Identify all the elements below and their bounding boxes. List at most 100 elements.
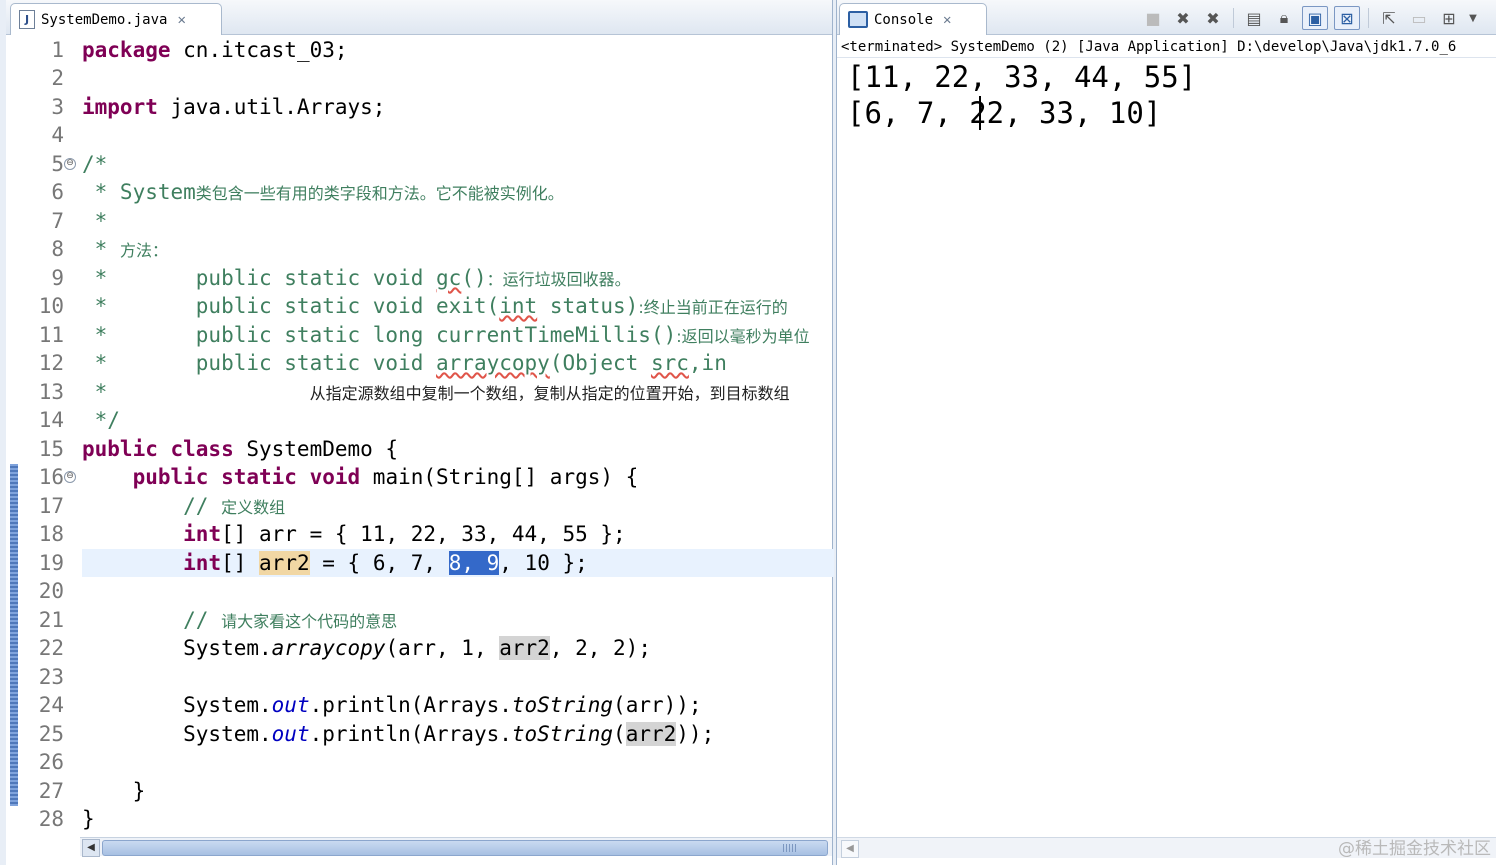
- code-line-16: public static void main(String[] args) {: [82, 463, 639, 491]
- close-tab-icon[interactable]: ✕: [943, 12, 951, 28]
- console-status-line: <terminated> SystemDemo (2) [Java Applic…: [837, 36, 1496, 58]
- line-number: 5: [51, 152, 64, 176]
- open-console-icon[interactable]: ⇱: [1377, 7, 1401, 29]
- line-number: 1: [51, 38, 64, 62]
- code-text: (arr, 1,: [385, 636, 500, 660]
- tab-label: SystemDemo.java: [41, 11, 168, 28]
- text-caret: [979, 96, 981, 130]
- grip-icon: [783, 844, 797, 852]
- comment-text: * public static void: [82, 266, 437, 290]
- pin-console-icon[interactable]: ⊠: [1334, 6, 1360, 30]
- fold-toggle-icon[interactable]: ⊖: [64, 471, 76, 483]
- comment-text: status): [537, 294, 639, 318]
- code-line-12: * public static void arraycopy(Object sr…: [82, 349, 727, 377]
- tab-label: Console: [874, 11, 934, 28]
- code-line-3: import java.util.Arrays;: [82, 93, 385, 121]
- console-icon: [848, 11, 868, 28]
- line-number: 13: [38, 380, 64, 404]
- spelling-marked-text: gc: [436, 266, 462, 290]
- line-number: 4: [51, 123, 64, 147]
- comment-text: (): [461, 266, 487, 290]
- line-number: 23: [38, 665, 64, 689]
- comment-text: * System: [82, 180, 196, 204]
- tab-console[interactable]: Console ✕: [839, 3, 987, 35]
- code-line-19-current: int[] arr2 = { 6, 7, 8, 9, 10 };: [82, 549, 834, 577]
- static-field: out: [271, 693, 310, 717]
- code-line-17: // 定义数组: [82, 492, 285, 520]
- code-text: , 10 };: [499, 551, 588, 575]
- code-line-14: */: [82, 408, 120, 432]
- console-output-line-1: [11, 22, 33, 44, 55]: [847, 60, 1197, 94]
- console-pane: Console ✕ ■ ✖ ✖ ▤ 🔒︎ ▣ ⊠ ⇱ ▭ ⊞ ▼ <termin…: [836, 0, 1496, 865]
- code-text: ));: [676, 722, 715, 746]
- clear-console-icon[interactable]: ▤: [1242, 7, 1266, 29]
- comment-text: * public static long currentTimeMillis(): [82, 323, 677, 347]
- line-number: 24: [38, 693, 64, 717]
- line-number: 22: [38, 636, 64, 660]
- chevron-down-icon[interactable]: ▼: [1467, 7, 1479, 29]
- code-line-18: int[] arr = { 11, 22, 33, 44, 55 };: [82, 520, 626, 548]
- comment-text: //: [82, 494, 222, 518]
- comment-text: ：运行垃圾回收器。: [486, 270, 631, 289]
- code-text: (: [613, 722, 626, 746]
- terminate-icon[interactable]: ■: [1141, 7, 1165, 29]
- code-text: [] arr = { 11, 22, 33, 44, 55 };: [221, 522, 626, 546]
- line-number: 2: [51, 66, 64, 90]
- display-console-icon[interactable]: ▭: [1407, 7, 1431, 29]
- code-line-5: /*: [82, 152, 108, 176]
- remove-launch-icon[interactable]: ✖: [1171, 7, 1195, 29]
- line-number: 19: [38, 551, 64, 575]
- spelling-marked-text: src: [650, 351, 689, 375]
- code-area[interactable]: package cn.itcast_03; import java.util.A…: [82, 36, 836, 836]
- comment-text: *: [82, 380, 310, 404]
- code-line-24: System.out.println(Arrays.toString(arr))…: [82, 691, 702, 719]
- scroll-lock-icon[interactable]: 🔒︎: [1272, 7, 1296, 29]
- line-number: 20: [38, 579, 64, 603]
- keyword: public class: [82, 437, 234, 461]
- spelling-marked-text: int: [499, 294, 538, 318]
- editor-tab-bar: J SystemDemo.java ✕: [6, 0, 832, 35]
- console-output-line-2: [6, 7, 22, 33, 10]: [847, 96, 1162, 130]
- line-number: 26: [38, 750, 64, 774]
- console-toolbar: ■ ✖ ✖ ▤ 🔒︎ ▣ ⊠ ⇱ ▭ ⊞ ▼: [1141, 6, 1479, 30]
- line-number: 18: [38, 522, 64, 546]
- static-field: out: [271, 722, 310, 746]
- keyword: int: [183, 551, 222, 575]
- scroll-left-icon[interactable]: ◀: [82, 839, 100, 857]
- code-line-6: * System类包含一些有用的类字段和方法。它不能被实例化。: [82, 178, 564, 206]
- code-line-28: }: [82, 807, 95, 831]
- line-number: 10: [38, 294, 64, 318]
- text-selection: 8, 9: [448, 551, 500, 575]
- keyword: package: [82, 38, 171, 62]
- static-method: toString: [511, 693, 614, 717]
- comment-text: 请大家看这个代码的意思: [221, 612, 398, 631]
- line-number: 27: [38, 779, 64, 803]
- tab-systemdemo-java[interactable]: J SystemDemo.java ✕: [10, 3, 222, 35]
- code-text: .println(Arrays.: [309, 722, 512, 746]
- remove-all-launches-icon[interactable]: ✖: [1201, 7, 1225, 29]
- code-text: []: [221, 551, 260, 575]
- line-number: 14: [38, 408, 64, 432]
- overview-ruler-marker[interactable]: [10, 464, 18, 806]
- word-wrap-icon[interactable]: ▣: [1302, 6, 1328, 30]
- code-text: .println(Arrays.: [309, 693, 512, 717]
- comment-text: 方法：: [119, 241, 168, 260]
- scrollbar-thumb[interactable]: [102, 840, 828, 856]
- code-text: cn.itcast_03;: [170, 38, 348, 62]
- code-text: (arr));: [613, 693, 702, 717]
- comment-text: 从指定源数组中复制一个数组，复制从指定的位置开始，到目标数组: [309, 384, 790, 403]
- fold-toggle-icon[interactable]: ⊖: [64, 158, 76, 170]
- keyword: public static void: [132, 465, 361, 489]
- variable-occurrence-highlight: arr2: [499, 636, 550, 660]
- comment-text: 定义数组: [221, 498, 286, 517]
- scroll-left-icon[interactable]: ◀: [841, 840, 859, 858]
- new-console-icon[interactable]: ⊞: [1437, 7, 1461, 29]
- code-text: = { 6, 7,: [309, 551, 449, 575]
- variable-occurrence-highlight: arr2: [259, 551, 310, 575]
- line-number: 8: [51, 237, 64, 261]
- editor-horizontal-scrollbar[interactable]: ◀: [80, 837, 832, 857]
- close-tab-icon[interactable]: ✕: [177, 12, 185, 28]
- code-line-1: package cn.itcast_03;: [82, 36, 348, 64]
- spelling-marked-text: arraycopy: [436, 351, 550, 375]
